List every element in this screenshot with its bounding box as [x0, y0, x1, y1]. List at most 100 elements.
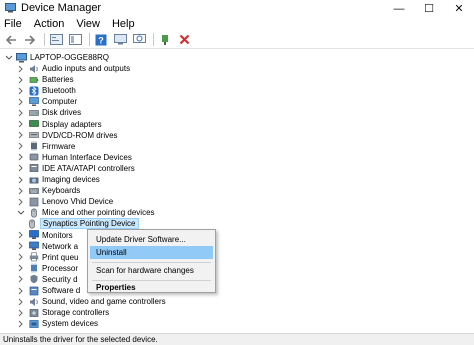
mouse-icon [28, 208, 39, 218]
chevron-right-icon[interactable] [16, 131, 25, 140]
chevron-right-icon[interactable] [16, 319, 25, 328]
tree-category-keyboards[interactable]: Keyboards [16, 185, 80, 196]
tree-category-storage-controllers[interactable]: Storage controllers [16, 307, 109, 318]
device-manager-icon [5, 3, 16, 13]
chevron-right-icon[interactable] [16, 308, 25, 317]
tree-category-firmware[interactable]: Firmware [16, 141, 75, 152]
tree-category-lenovo-vhid-device[interactable]: Lenovo Vhid Device [16, 196, 113, 207]
tree-category-computer[interactable]: Computer [16, 96, 77, 107]
tree-item-label: System devices [42, 319, 99, 329]
tree-item-label: Computer [42, 97, 78, 107]
chevron-right-icon[interactable] [16, 97, 25, 106]
device-tree: LAPTOP-OGGE88RQ Audio inputs and outputs… [0, 50, 474, 333]
minimize-button[interactable]: — [384, 0, 414, 17]
title-bar: Device Manager — ☐ ✕ [0, 0, 474, 17]
hid-icon [28, 152, 39, 162]
tree-category-audio-inputs-and-outputs[interactable]: Audio inputs and outputs [16, 63, 130, 74]
tree-item-label: Print queu [42, 252, 79, 262]
tree-category-ide-ata-atapi-controllers[interactable]: IDE ATA/ATAPI controllers [16, 163, 135, 174]
chevron-right-icon[interactable] [16, 242, 25, 251]
menu-file[interactable]: File [4, 18, 22, 30]
system-icon [28, 319, 39, 329]
chevron-right-icon[interactable] [16, 142, 25, 151]
tree-category-processor[interactable]: Processor [16, 263, 78, 274]
chevron-right-icon[interactable] [16, 153, 25, 162]
tree-item-label: Software d [42, 286, 81, 295]
chevron-down-icon[interactable] [16, 208, 25, 217]
chevron-right-icon[interactable] [16, 86, 25, 95]
tree-category-print-queu[interactable]: Print queu [16, 252, 78, 263]
tree-item-label: Batteries [42, 75, 74, 85]
tree-category-human-interface-devices[interactable]: Human Interface Devices [16, 152, 132, 163]
tree-category-disk-drives[interactable]: Disk drives [16, 107, 81, 118]
tree-item-label: Imaging devices [42, 175, 100, 184]
chevron-right-icon[interactable] [16, 253, 25, 262]
tree-category-software-d[interactable]: Software d [16, 285, 80, 296]
tree-item-label: Firmware [42, 141, 76, 151]
forward-icon[interactable] [22, 32, 38, 48]
chevron-right-icon[interactable] [16, 231, 25, 240]
menu-help[interactable]: Help [112, 18, 135, 30]
menu-bar: File Action View Help [0, 17, 474, 31]
tree-category-network-a[interactable]: Network a [16, 241, 78, 252]
chevron-right-icon[interactable] [16, 64, 25, 73]
tree-item-label: Storage controllers [42, 308, 110, 318]
update-driver-icon[interactable] [112, 32, 128, 48]
menu-uninstall[interactable]: Uninstall [90, 246, 213, 259]
maximize-button[interactable]: ☐ [414, 0, 444, 17]
close-button[interactable]: ✕ [444, 0, 474, 17]
tree-device-synaptics-pointing-device[interactable]: Synaptics Pointing Device [26, 218, 139, 230]
tree-root[interactable]: LAPTOP-OGGE88RQ [4, 52, 109, 63]
tree-category-bluetooth[interactable]: Bluetooth [16, 85, 76, 96]
uninstall-icon[interactable] [176, 32, 192, 48]
chip-icon [28, 141, 39, 151]
context-separator [92, 262, 211, 263]
tree-category-mice-and-other-pointing-devices[interactable]: Mice and other pointing devices [16, 207, 155, 218]
add-legacy-icon[interactable] [157, 32, 173, 48]
chevron-right-icon[interactable] [16, 75, 25, 84]
toolbar: ? [0, 31, 474, 49]
chevron-right-icon[interactable] [16, 286, 25, 295]
tree-category-display-adapters[interactable]: Display adapters [16, 119, 102, 130]
computer-icon [16, 52, 27, 63]
show-hide-icon[interactable] [67, 32, 83, 48]
chevron-down-icon[interactable] [4, 53, 13, 62]
tree-category-security-d[interactable]: Security d [16, 274, 78, 285]
processor-icon [28, 263, 39, 273]
status-bar: Uninstalls the driver for the selected d… [0, 333, 474, 345]
tree-item-label: Keyboards [42, 186, 81, 196]
tree-category-sound-video-and-game-controllers[interactable]: Sound, video and game controllers [16, 296, 166, 307]
chevron-right-icon[interactable] [16, 264, 25, 273]
help-icon[interactable]: ? [93, 32, 109, 48]
back-icon[interactable] [3, 32, 19, 48]
tree-category-batteries[interactable]: Batteries [16, 74, 74, 85]
window-title: Device Manager [21, 2, 102, 14]
display-icon [28, 119, 39, 129]
tree-root-label: LAPTOP-OGGE88RQ [30, 53, 109, 62]
tree-item-label: Mice and other pointing devices [42, 208, 155, 218]
chevron-right-icon[interactable] [16, 164, 25, 173]
menu-update-driver[interactable]: Update Driver Software... [90, 233, 213, 246]
chevron-right-icon[interactable] [16, 186, 25, 195]
camera-icon [28, 175, 39, 185]
menu-properties[interactable]: Properties [90, 281, 213, 294]
chevron-right-icon[interactable] [16, 297, 25, 306]
chevron-right-icon[interactable] [16, 175, 25, 184]
chevron-right-icon[interactable] [16, 275, 25, 284]
chevron-right-icon[interactable] [16, 197, 25, 206]
tree-category-system-devices[interactable]: System devices [16, 318, 98, 329]
security-icon [28, 274, 39, 284]
menu-scan-hardware[interactable]: Scan for hardware changes [90, 264, 213, 277]
tree-category-imaging-devices[interactable]: Imaging devices [16, 174, 100, 185]
device-icon [28, 197, 39, 207]
battery-icon [28, 75, 39, 85]
properties-icon[interactable] [48, 32, 64, 48]
chevron-right-icon[interactable] [16, 108, 25, 117]
menu-action[interactable]: Action [34, 18, 65, 30]
tree-category-monitors[interactable]: Monitors [16, 230, 73, 241]
speaker-icon [28, 64, 39, 74]
tree-category-dvd-cd-rom-drives[interactable]: DVD/CD-ROM drives [16, 130, 118, 141]
chevron-right-icon[interactable] [16, 120, 25, 129]
menu-view[interactable]: View [76, 18, 100, 30]
scan-hardware-icon[interactable] [131, 32, 147, 48]
